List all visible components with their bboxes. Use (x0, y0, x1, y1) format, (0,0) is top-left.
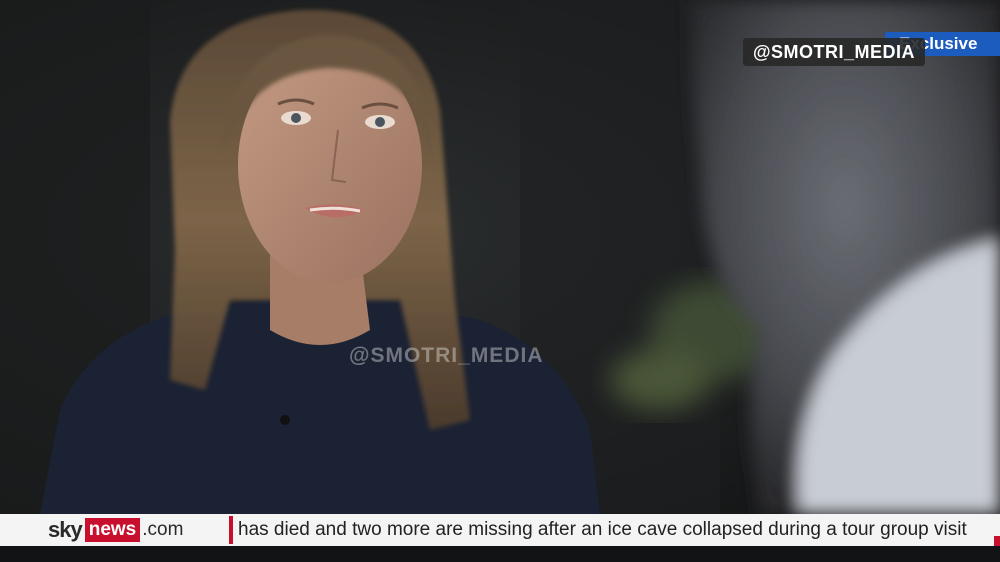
ticker-divider (229, 516, 233, 544)
news-ticker-bar: sky news .com has died and two more are … (0, 514, 1000, 546)
watermark-center: @SMOTRI_MEDIA (349, 344, 544, 367)
ticker-headline: has died and two more are missing after … (238, 519, 967, 540)
ticker-corner-mark (994, 536, 1000, 546)
bottom-strip (0, 546, 1000, 562)
brand-com: .com (142, 519, 184, 540)
video-frame: Exclusive @SMOTRI_MEDIA @SMOTRI_MEDIA sk… (0, 0, 1000, 562)
brand-sky: sky (48, 517, 83, 542)
watermark-corner: @SMOTRI_MEDIA (743, 38, 926, 66)
brand-news: news (84, 518, 141, 542)
video-scene (0, 0, 1000, 514)
sky-news-logo: sky news .com (48, 514, 183, 546)
